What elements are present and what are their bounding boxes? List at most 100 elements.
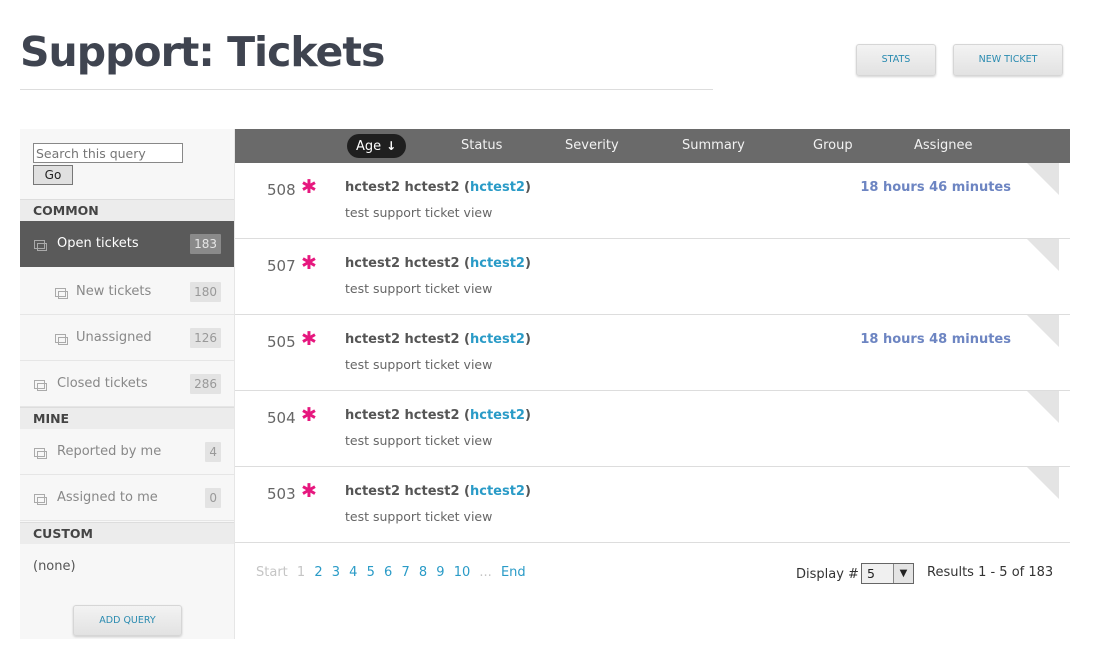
- arrow-down-icon: ↓: [386, 139, 397, 153]
- ticket-subject[interactable]: test support ticket view: [345, 281, 492, 296]
- copy-icon: [34, 240, 47, 251]
- column-header-summary[interactable]: Summary: [682, 129, 745, 163]
- ticket-subject[interactable]: test support ticket view: [345, 357, 492, 372]
- table-header: Age ↓ Status Severity Summary Group Assig…: [235, 129, 1070, 163]
- sidebar-item-label: Unassigned: [76, 330, 152, 345]
- corner-fold: [1027, 315, 1059, 347]
- ticket-requester[interactable]: hctest2 hctest2 (hctest2): [345, 484, 531, 499]
- go-button[interactable]: Go: [33, 165, 73, 185]
- ticket-requester[interactable]: hctest2 hctest2 (hctest2): [345, 332, 531, 347]
- copy-icon: [55, 334, 68, 345]
- ticket-id: 505: [267, 333, 296, 351]
- count-badge: 180: [190, 282, 221, 302]
- pager-end-link[interactable]: End: [501, 565, 526, 580]
- sidebar-item-label: Closed tickets: [57, 376, 148, 391]
- pager-current-page: 1: [296, 565, 306, 580]
- asterisk-icon: ✱: [301, 328, 317, 350]
- asterisk-icon: ✱: [301, 404, 317, 426]
- column-header-group[interactable]: Group: [813, 129, 853, 163]
- page-title: Support: Tickets: [20, 28, 385, 76]
- copy-icon: [34, 448, 47, 459]
- add-query-button[interactable]: ADD QUERY: [73, 605, 182, 636]
- section-header-mine: MINE: [20, 407, 234, 429]
- user-link[interactable]: hctest2: [470, 408, 525, 423]
- ticket-id: 504: [267, 409, 296, 427]
- ticket-id: 507: [267, 257, 296, 275]
- count-badge: 4: [205, 442, 221, 462]
- sidebar-item-label: Open tickets: [57, 236, 139, 251]
- corner-fold: [1027, 391, 1059, 423]
- sidebar-item-unassigned[interactable]: Unassigned 126: [20, 315, 234, 361]
- column-header-status[interactable]: Status: [461, 129, 502, 163]
- ticket-subject[interactable]: test support ticket view: [345, 433, 492, 448]
- section-header-common: COMMON: [20, 199, 234, 221]
- pager-page-link[interactable]: 3: [332, 565, 340, 580]
- sidebar-item-reported-by-me[interactable]: Reported by me 4: [20, 429, 234, 475]
- sidebar-item-new-tickets[interactable]: New tickets 180: [20, 269, 234, 315]
- stats-button[interactable]: STATS: [856, 44, 936, 76]
- display-count-value: 5: [867, 566, 875, 581]
- asterisk-icon: ✱: [301, 252, 317, 274]
- pager-page-link[interactable]: 10: [454, 565, 471, 580]
- count-badge: 126: [190, 328, 221, 348]
- user-link[interactable]: hctest2: [470, 484, 525, 499]
- sidebar: Go COMMON Open tickets 183 New tickets 1…: [20, 129, 235, 639]
- user-link[interactable]: hctest2: [470, 256, 525, 271]
- column-header-severity[interactable]: Severity: [565, 129, 619, 163]
- custom-empty-text: (none): [33, 559, 76, 574]
- column-header-age[interactable]: Age ↓: [347, 134, 407, 158]
- search-query-input[interactable]: [33, 143, 183, 163]
- count-badge: 286: [190, 374, 221, 394]
- table-row[interactable]: 507 ✱ hctest2 hctest2 (hctest2) test sup…: [235, 239, 1070, 315]
- pager-page-link[interactable]: 8: [419, 565, 427, 580]
- pager-page-link[interactable]: 7: [401, 565, 409, 580]
- ticket-requester[interactable]: hctest2 hctest2 (hctest2): [345, 180, 531, 195]
- sidebar-item-open-tickets[interactable]: Open tickets 183: [20, 221, 234, 267]
- pager-ellipsis: ...: [479, 565, 492, 580]
- table-row[interactable]: 508 ✱ hctest2 hctest2 (hctest2) test sup…: [235, 163, 1070, 239]
- ticket-subject[interactable]: test support ticket view: [345, 509, 492, 524]
- ticket-age: 18 hours 46 minutes: [860, 180, 1011, 195]
- ticket-requester[interactable]: hctest2 hctest2 (hctest2): [345, 408, 531, 423]
- corner-fold: [1027, 239, 1059, 271]
- copy-icon: [34, 494, 47, 505]
- pagination: Start 1 2 3 4 5 6 7 8 9 10 ... End: [256, 565, 531, 580]
- ticket-requester[interactable]: hctest2 hctest2 (hctest2): [345, 256, 531, 271]
- ticket-age: 18 hours 48 minutes: [860, 332, 1011, 347]
- sidebar-item-label: Assigned to me: [57, 490, 158, 505]
- sidebar-item-label: New tickets: [76, 284, 152, 299]
- pager-page-link[interactable]: 6: [384, 565, 392, 580]
- table-row[interactable]: 503 ✱ hctest2 hctest2 (hctest2) test sup…: [235, 467, 1070, 543]
- sidebar-item-closed-tickets[interactable]: Closed tickets 286: [20, 361, 234, 407]
- ticket-subject[interactable]: test support ticket view: [345, 205, 492, 220]
- ticket-id: 508: [267, 181, 296, 199]
- display-count-select[interactable]: 5 ▼: [861, 563, 914, 584]
- asterisk-icon: ✱: [301, 176, 317, 198]
- user-link[interactable]: hctest2: [470, 332, 525, 347]
- user-link[interactable]: hctest2: [470, 180, 525, 195]
- display-count-label: Display #: [796, 567, 859, 582]
- new-ticket-button[interactable]: NEW TICKET: [953, 44, 1063, 76]
- pager-start: Start: [256, 565, 288, 580]
- triangle-down-icon: ▼: [893, 564, 913, 583]
- pager-page-link[interactable]: 4: [349, 565, 357, 580]
- count-badge: 0: [205, 488, 221, 508]
- sidebar-item-assigned-to-me[interactable]: Assigned to me 0: [20, 475, 234, 521]
- asterisk-icon: ✱: [301, 480, 317, 502]
- copy-icon: [55, 288, 68, 299]
- count-badge: 183: [190, 234, 221, 254]
- corner-fold: [1027, 163, 1059, 195]
- column-header-assignee[interactable]: Assignee: [914, 129, 973, 163]
- sidebar-item-label: Reported by me: [57, 444, 162, 459]
- ticket-id: 503: [267, 485, 296, 503]
- title-divider: [20, 89, 713, 90]
- pager-page-link[interactable]: 9: [436, 565, 444, 580]
- table-row[interactable]: 505 ✱ hctest2 hctest2 (hctest2) test sup…: [235, 315, 1070, 391]
- pager-page-link[interactable]: 2: [314, 565, 322, 580]
- table-row[interactable]: 504 ✱ hctest2 hctest2 (hctest2) test sup…: [235, 391, 1070, 467]
- copy-icon: [34, 380, 47, 391]
- results-summary: Results 1 - 5 of 183: [927, 565, 1054, 580]
- section-header-custom: CUSTOM: [20, 522, 234, 544]
- pager-page-link[interactable]: 5: [367, 565, 375, 580]
- corner-fold: [1027, 467, 1059, 499]
